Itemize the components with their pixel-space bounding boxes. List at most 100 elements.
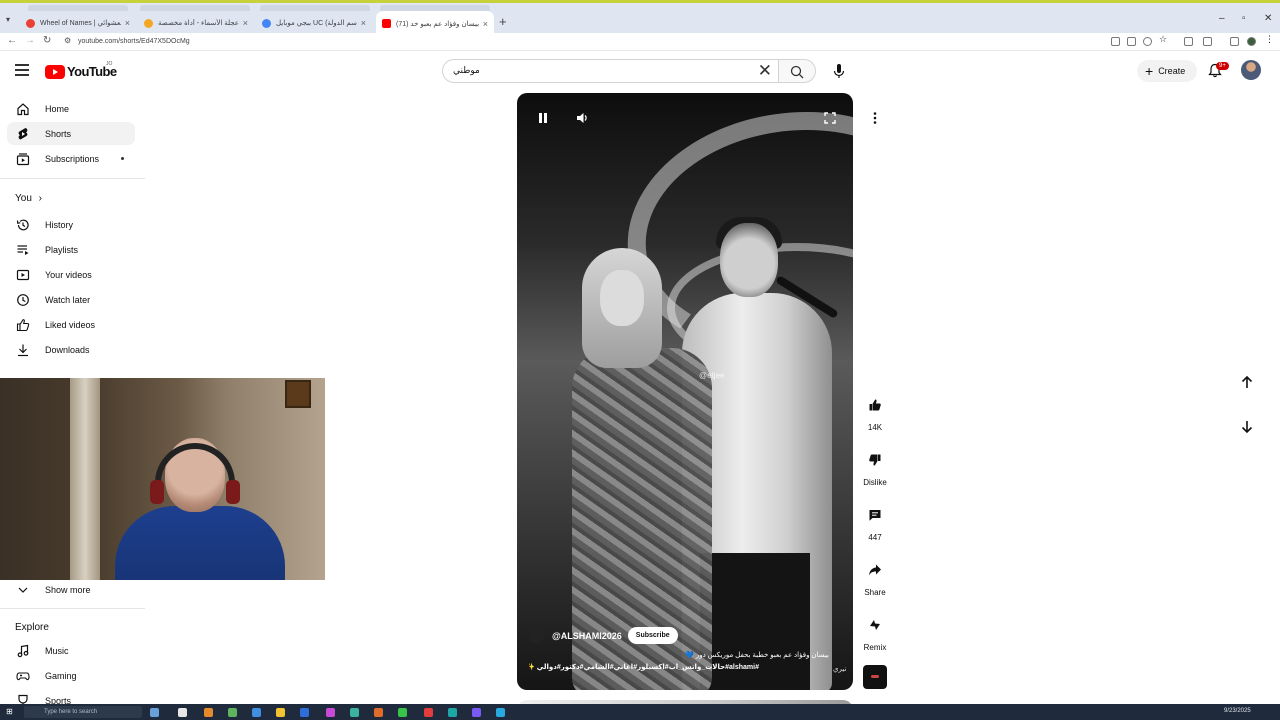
sidebar-item-your-videos[interactable]: Your videos (7, 263, 135, 286)
taskbar-search-input[interactable]: Type here to search (24, 706, 142, 718)
taskbar-app-icon[interactable] (374, 708, 383, 717)
you-section-title[interactable]: You › (15, 193, 42, 204)
sidebar-item-home[interactable]: Home (7, 97, 135, 120)
taskbar-app-icon[interactable] (496, 708, 505, 717)
clear-search-icon[interactable]: ✕ (758, 61, 772, 81)
sidebar-item-show-more[interactable]: Show more (7, 578, 135, 601)
taskbar-app-icon[interactable] (252, 708, 261, 717)
like-button[interactable]: 14K (859, 391, 891, 432)
windows-taskbar: ⊞ Type here to search 9/23/2025 (0, 704, 1280, 720)
shorts-video-player[interactable]: @etjee @ALSHAMI2026 Subscribe بيسان وفؤا… (517, 93, 853, 690)
cast-icon[interactable] (1111, 37, 1120, 46)
video-title-line1: بيسان وفؤاد عم بعبو خطبة بحفل موريكس دور… (685, 652, 829, 659)
minimize-icon[interactable]: – (1219, 13, 1225, 24)
voice-search-button[interactable] (828, 60, 850, 82)
channel-name[interactable]: @ALSHAMI2026 (552, 631, 622, 641)
close-icon[interactable]: × (243, 18, 248, 28)
tiktok-watermark: @etjee (699, 371, 725, 380)
youtube-play-icon (45, 64, 65, 79)
pause-icon[interactable] (537, 111, 549, 125)
account-avatar[interactable] (1241, 60, 1261, 80)
sidebar-label: Shorts (45, 128, 72, 139)
tab-name-wheel-tool[interactable]: برنامج عجلة الأسماء - أداة مخصصة... × (138, 13, 254, 33)
search-button[interactable] (778, 59, 816, 83)
taskbar-app-icon[interactable] (472, 708, 481, 717)
fullscreen-icon[interactable] (823, 111, 837, 125)
taskbar-app-icon[interactable] (448, 708, 457, 717)
tab-title: Wheel of Names | علم العشوائي (40, 20, 121, 27)
video-title-line2: #alshami#حالات_واتس_اب#اكسبلور#اغاني#الش… (529, 664, 759, 671)
site-info-icon[interactable]: ⚙ (64, 36, 71, 45)
explore-section-title: Explore (15, 622, 49, 633)
maximize-icon[interactable]: ▫ (1242, 13, 1246, 24)
sidebar-item-music[interactable]: Music (7, 639, 135, 662)
tab-title: برنامج عجلة الأسماء - أداة مخصصة... (158, 20, 239, 27)
webcam-background-door (70, 378, 100, 580)
audio-track-thumbnail[interactable] (863, 665, 887, 689)
media-icon[interactable] (1230, 37, 1239, 46)
remix-button[interactable]: Remix (859, 611, 891, 652)
sidebar-label: Downloads (45, 344, 90, 355)
extension-icon[interactable] (1184, 37, 1193, 46)
subscribe-button[interactable]: Subscribe (627, 627, 678, 644)
profile-icon[interactable] (1247, 37, 1256, 46)
translate-icon[interactable] (1127, 37, 1136, 46)
close-icon[interactable]: × (483, 19, 488, 29)
tab-title: (71) بيسان وفؤاد عم بعبو خد... (396, 20, 479, 28)
taskbar-app-icon[interactable] (300, 708, 309, 717)
bookmark-star-icon[interactable]: ☆ (1159, 34, 1168, 44)
sidebar-item-subscriptions[interactable]: Subscriptions (7, 147, 135, 170)
new-content-dot (121, 157, 124, 160)
taskbar-app-icon[interactable] (350, 708, 359, 717)
sidebar-item-watch-later[interactable]: Watch later (7, 288, 135, 311)
search-box[interactable]: موطني ✕ (442, 59, 778, 83)
sidebar-item-liked-videos[interactable]: Liked videos (7, 313, 135, 336)
next-short-button[interactable] (1232, 412, 1262, 442)
puzzle-icon[interactable] (1203, 37, 1212, 46)
tab-wheel-of-names[interactable]: Wheel of Names | علم العشوائي × (20, 13, 136, 33)
sidebar-item-shorts[interactable]: Shorts (7, 122, 135, 145)
search-input[interactable]: موطني (453, 65, 480, 76)
taskbar-app-icon[interactable] (326, 708, 335, 717)
previous-short-button[interactable] (1232, 367, 1262, 397)
kebab-menu-icon[interactable]: ⋮ (1265, 34, 1274, 44)
like-icon (861, 391, 889, 419)
youtube-favicon-icon (382, 19, 391, 28)
tab-pubg-uc[interactable]: ببجي موبايل UC (اسم الدولة) | خد... × (256, 13, 372, 33)
close-icon[interactable]: × (125, 18, 130, 28)
taskbar-app-icon[interactable] (228, 708, 237, 717)
volume-icon[interactable] (575, 111, 589, 125)
taskbar-app-icon[interactable] (398, 708, 407, 717)
sidebar-item-history[interactable]: History (7, 213, 135, 236)
close-window-icon[interactable]: ✕ (1264, 13, 1272, 24)
taskbar-app-icon[interactable] (150, 708, 159, 717)
video-singer-woman (562, 248, 722, 690)
sidebar-item-downloads[interactable]: Downloads (7, 338, 135, 361)
share-button[interactable]: Share (859, 556, 891, 597)
windows-start-icon[interactable]: ⊞ (6, 707, 13, 716)
headset-earcup-left (150, 480, 164, 504)
shorts-icon (15, 126, 31, 142)
taskbar-app-icon[interactable] (178, 708, 187, 717)
tab-search-icon[interactable]: ▾ (6, 15, 10, 24)
new-tab-icon[interactable]: + (499, 14, 507, 29)
create-button[interactable]: + Create (1137, 60, 1197, 82)
taskbar-app-icon[interactable] (276, 708, 285, 717)
taskbar-app-icon[interactable] (424, 708, 433, 717)
share-label: Share (864, 588, 886, 597)
taskbar-app-icon[interactable] (204, 708, 213, 717)
reload-icon[interactable]: ↻ (43, 35, 51, 46)
forward-icon[interactable]: → (25, 35, 35, 46)
watch-later-icon (15, 292, 31, 308)
sidebar-item-gaming[interactable]: Gaming (7, 664, 135, 687)
comments-button[interactable]: 447 (859, 501, 891, 542)
zoom-icon[interactable] (1143, 37, 1152, 46)
dislike-button[interactable]: Dislike (859, 446, 891, 487)
close-icon[interactable]: × (361, 18, 366, 28)
more-options-icon[interactable] (864, 107, 886, 129)
back-icon[interactable]: ← (7, 35, 17, 46)
hamburger-menu-icon[interactable] (15, 64, 29, 79)
sidebar-item-playlists[interactable]: Playlists (7, 238, 135, 261)
channel-avatar[interactable] (529, 627, 545, 644)
address-bar[interactable]: youtube.com/shorts/Ed47X5DOcMg (78, 35, 190, 48)
